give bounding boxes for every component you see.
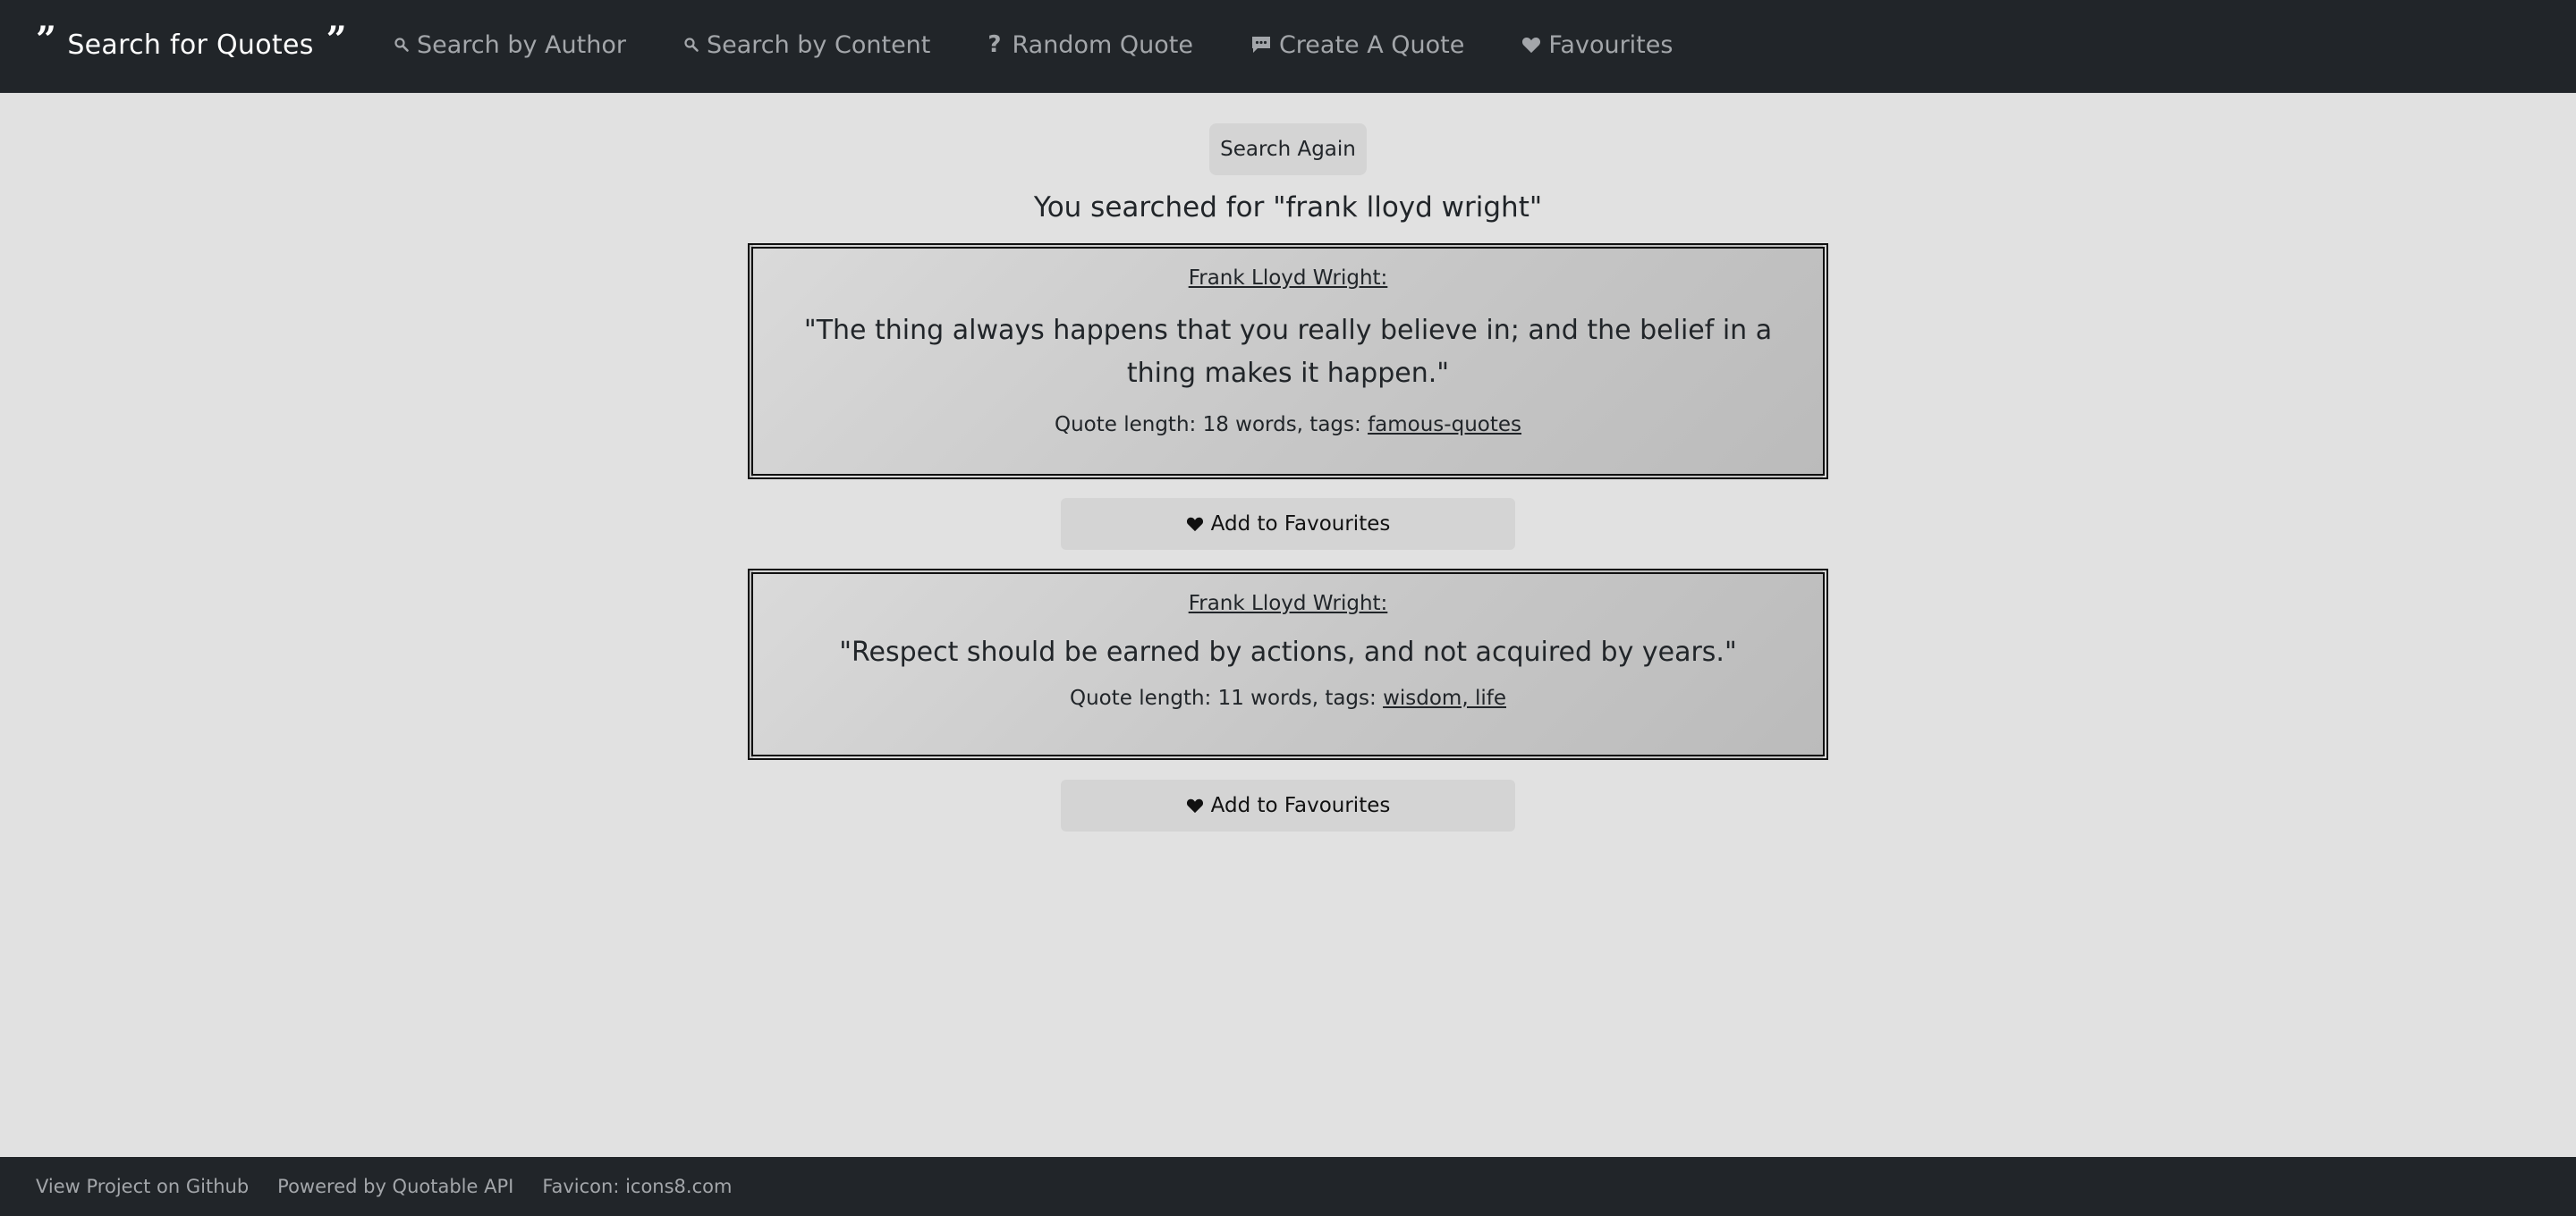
favicon-credit-link[interactable]: Favicon: icons8.com <box>542 1176 732 1197</box>
button-label: Add to Favourites <box>1210 512 1391 536</box>
nav-label: Favourites <box>1548 30 1674 59</box>
main-content: Search Again You searched for "frank llo… <box>0 93 2576 1157</box>
close-quote-icon: ” <box>326 19 347 61</box>
nav-label: Search by Content <box>706 30 931 59</box>
quote-meta: Quote length: 18 words, tags: famous-quo… <box>753 413 1823 436</box>
top-navbar: ” Search for Quotes ” Search by Author S… <box>0 0 2576 93</box>
quote-meta: Quote length: 11 words, tags: wisdom, li… <box>753 687 1823 710</box>
quote-text: "The thing always happens that you reall… <box>803 315 1773 389</box>
github-link[interactable]: View Project on Github <box>36 1176 249 1197</box>
question-mark-icon: ? <box>987 31 1002 58</box>
nav-favourites[interactable]: Favourites <box>1521 31 1673 59</box>
quote-tags-link[interactable]: wisdom, life <box>1383 687 1506 710</box>
search-again-button[interactable]: Search Again <box>1209 123 1367 175</box>
quote-card: Frank Lloyd Wright: "The thing always ha… <box>748 243 1828 479</box>
add-to-favourites-button[interactable]: Add to Favourites <box>1061 498 1515 550</box>
nav-label: Create A Quote <box>1278 30 1465 59</box>
quote-length-label: Quote length: 11 words, tags: <box>1070 687 1384 710</box>
add-to-favourites-button[interactable]: Add to Favourites <box>1061 780 1515 832</box>
nav-create-a-quote[interactable]: Create A Quote <box>1250 31 1464 59</box>
quotable-api-link[interactable]: Powered by Quotable API <box>277 1176 513 1197</box>
nav-menu: Search by Author Search by Content ? Ran… <box>394 0 1673 89</box>
button-label: Add to Favourites <box>1210 794 1391 817</box>
quote-text: "Respect should be earned by actions, an… <box>839 637 1737 668</box>
nav-search-by-author[interactable]: Search by Author <box>394 31 626 59</box>
nav-label: Random Quote <box>1012 30 1193 59</box>
nav-search-by-content[interactable]: Search by Content <box>683 31 930 59</box>
nav-label: Search by Author <box>417 30 626 59</box>
quote-card: Frank Lloyd Wright: "Respect should be e… <box>748 569 1828 760</box>
brand-link[interactable]: ” Search for Quotes ” <box>36 0 347 89</box>
heart-icon <box>1186 516 1204 532</box>
speech-bubble-icon <box>1250 35 1272 55</box>
search-summary: You searched for "frank lloyd wright" <box>1033 191 1543 224</box>
heart-icon <box>1186 798 1204 814</box>
quote-author-link[interactable]: Frank Lloyd Wright: <box>1189 592 1388 615</box>
nav-random-quote[interactable]: ? Random Quote <box>987 31 1193 59</box>
footer: View Project on Github Powered by Quotab… <box>0 1157 2576 1216</box>
quote-author-link[interactable]: Frank Lloyd Wright: <box>1189 266 1388 290</box>
quote-length-label: Quote length: 18 words, tags: <box>1054 413 1368 436</box>
heart-icon <box>1521 36 1541 54</box>
search-icon <box>683 37 699 53</box>
quote-tags-link[interactable]: famous-quotes <box>1368 413 1521 436</box>
search-icon <box>394 37 410 53</box>
brand-title: Search for Quotes <box>67 29 314 61</box>
open-quote-icon: ” <box>36 19 57 61</box>
